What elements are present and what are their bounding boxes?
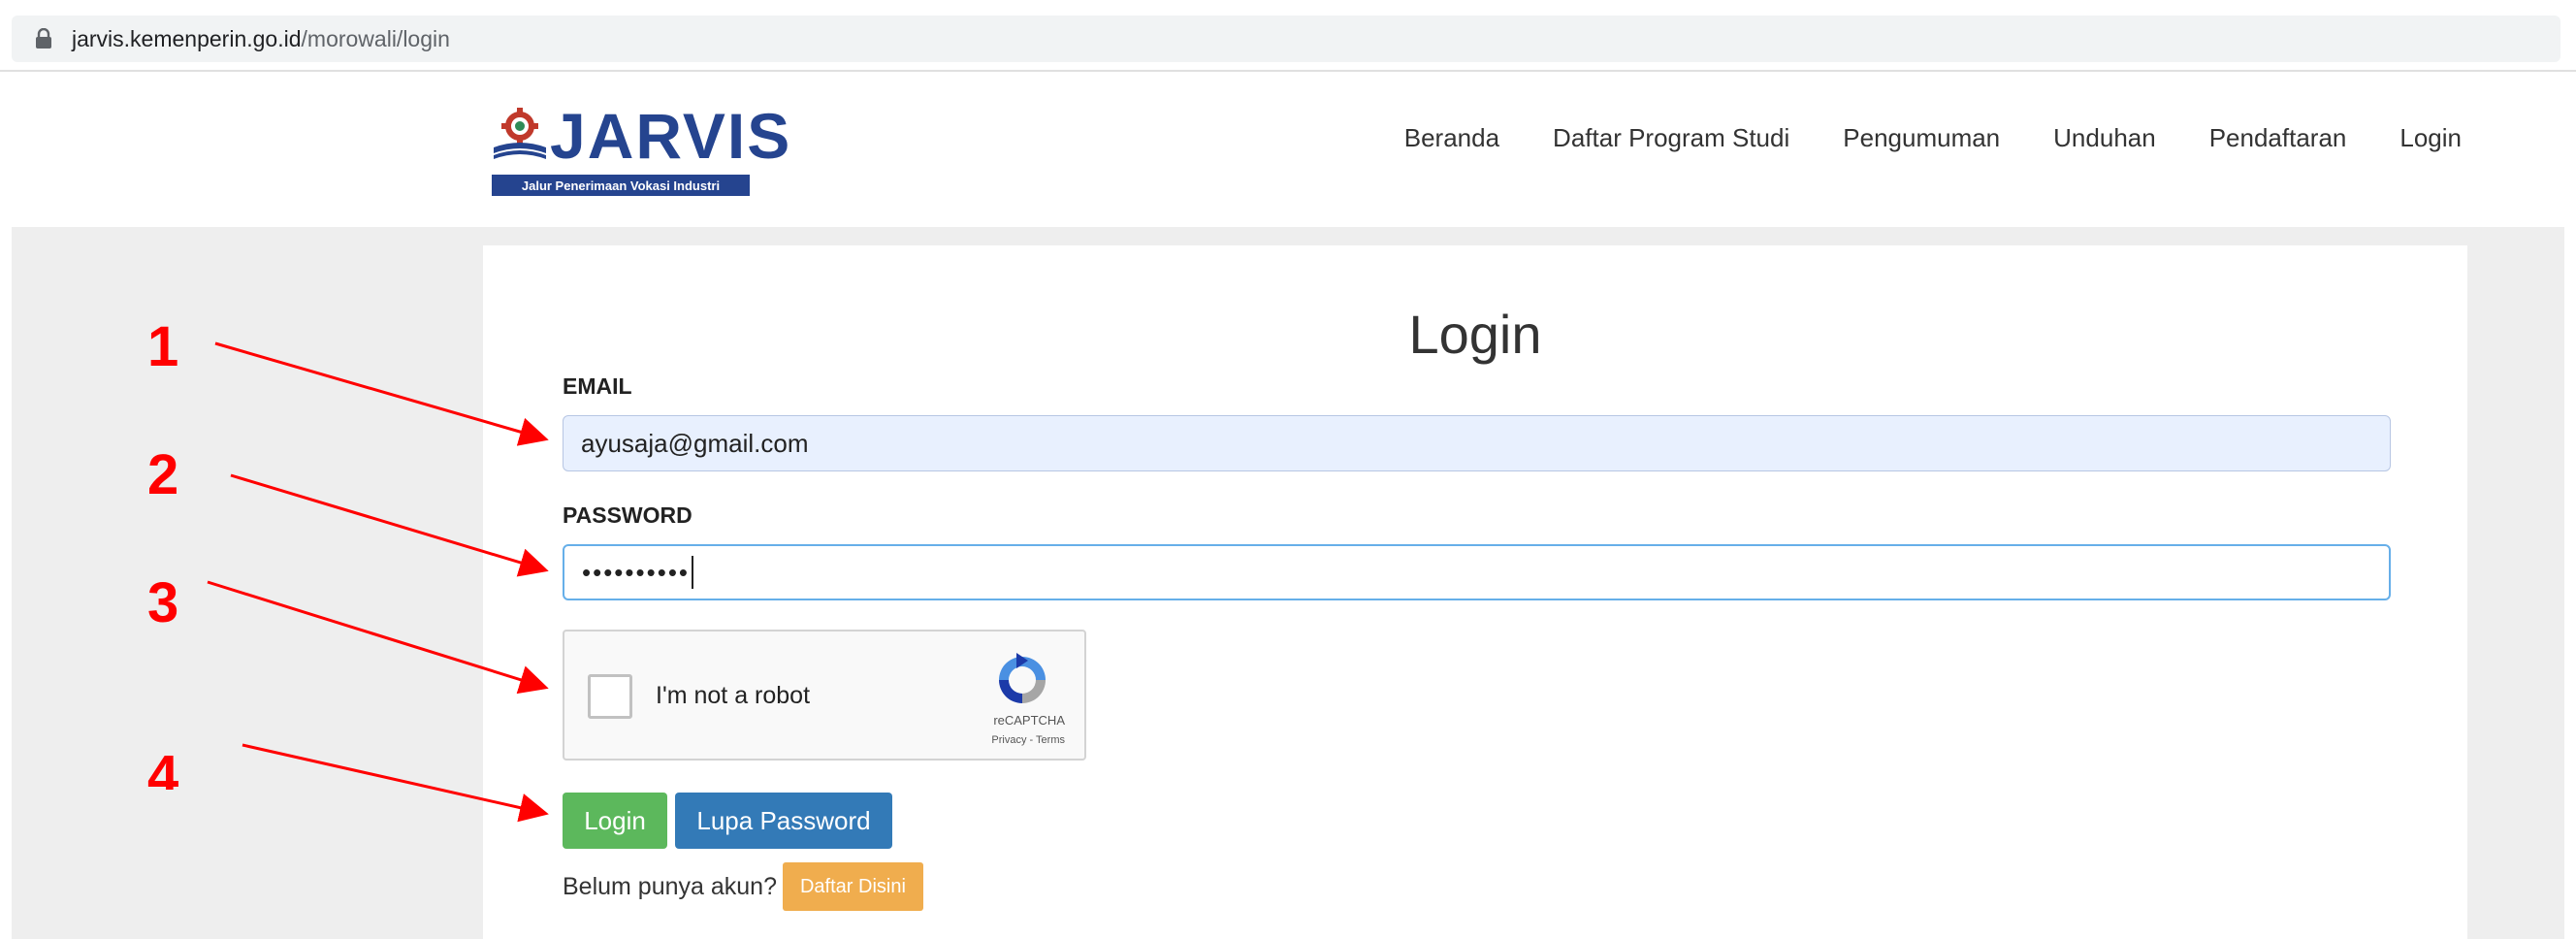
password-label: PASSWORD bbox=[563, 502, 692, 528]
url-path: /morowali/login bbox=[301, 25, 450, 51]
annotation-number-2: 2 bbox=[147, 443, 179, 506]
recaptcha-checkbox[interactable] bbox=[588, 674, 632, 719]
password-value: •••••••••• bbox=[582, 557, 691, 587]
register-row: Belum punya akun? Daftar Disini bbox=[563, 862, 923, 911]
email-label: EMAIL bbox=[563, 373, 632, 399]
recaptcha-widget: I'm not a robot reCAPTCHA Privacy - Term… bbox=[563, 630, 1086, 761]
annotation-number-1: 1 bbox=[147, 315, 179, 378]
lock-icon bbox=[27, 22, 60, 55]
address-bar[interactable]: jarvis.kemenperin.go.id/morowali/login bbox=[12, 16, 2560, 62]
gear-book-icon bbox=[494, 108, 546, 159]
logo-tagline: Jalur Penerimaan Vokasi Industri bbox=[492, 175, 750, 196]
email-field[interactable]: ayusaja@gmail.com bbox=[563, 415, 2391, 471]
text-caret bbox=[692, 556, 694, 589]
logo-wordmark: JARVIS bbox=[550, 100, 792, 172]
recaptcha-label: I'm not a robot bbox=[656, 682, 811, 709]
url-host: jarvis.kemenperin.go.id bbox=[72, 25, 302, 51]
forgot-password-button[interactable]: Lupa Password bbox=[675, 793, 892, 849]
register-prompt: Belum punya akun? bbox=[563, 872, 777, 900]
recaptcha-logo-icon bbox=[999, 653, 1046, 703]
nav-pengumuman[interactable]: Pengumuman bbox=[1843, 120, 2000, 155]
password-field[interactable]: •••••••••• bbox=[563, 544, 2391, 600]
main-nav: Beranda Daftar Program Studi Pengumuman … bbox=[1351, 120, 2462, 155]
site-logo[interactable]: JARVIS Jalur Penerimaan Vokasi Industri bbox=[490, 101, 789, 196]
register-button[interactable]: Daftar Disini bbox=[782, 862, 923, 911]
nav-unduhan[interactable]: Unduhan bbox=[2053, 120, 2156, 155]
toolbar-divider bbox=[0, 70, 2576, 72]
email-value: ayusaja@gmail.com bbox=[581, 428, 809, 458]
annotation-number-4: 4 bbox=[147, 747, 179, 790]
login-button[interactable]: Login bbox=[563, 793, 667, 849]
login-card: Login EMAIL ayusaja@gmail.com PASSWORD •… bbox=[483, 245, 2467, 939]
nav-beranda[interactable]: Beranda bbox=[1404, 120, 1499, 155]
nav-pendaftaran[interactable]: Pendaftaran bbox=[2209, 120, 2347, 155]
nav-login[interactable]: Login bbox=[2399, 120, 2462, 155]
annotation-number-3: 3 bbox=[147, 571, 179, 634]
recaptcha-brand: reCAPTCHA bbox=[993, 713, 1065, 728]
url-text: jarvis.kemenperin.go.id/morowali/login bbox=[72, 26, 450, 52]
nav-daftar-program-studi[interactable]: Daftar Program Studi bbox=[1553, 120, 1789, 155]
page-title: Login bbox=[1408, 304, 1542, 365]
recaptcha-links[interactable]: Privacy - Terms bbox=[991, 734, 1065, 746]
